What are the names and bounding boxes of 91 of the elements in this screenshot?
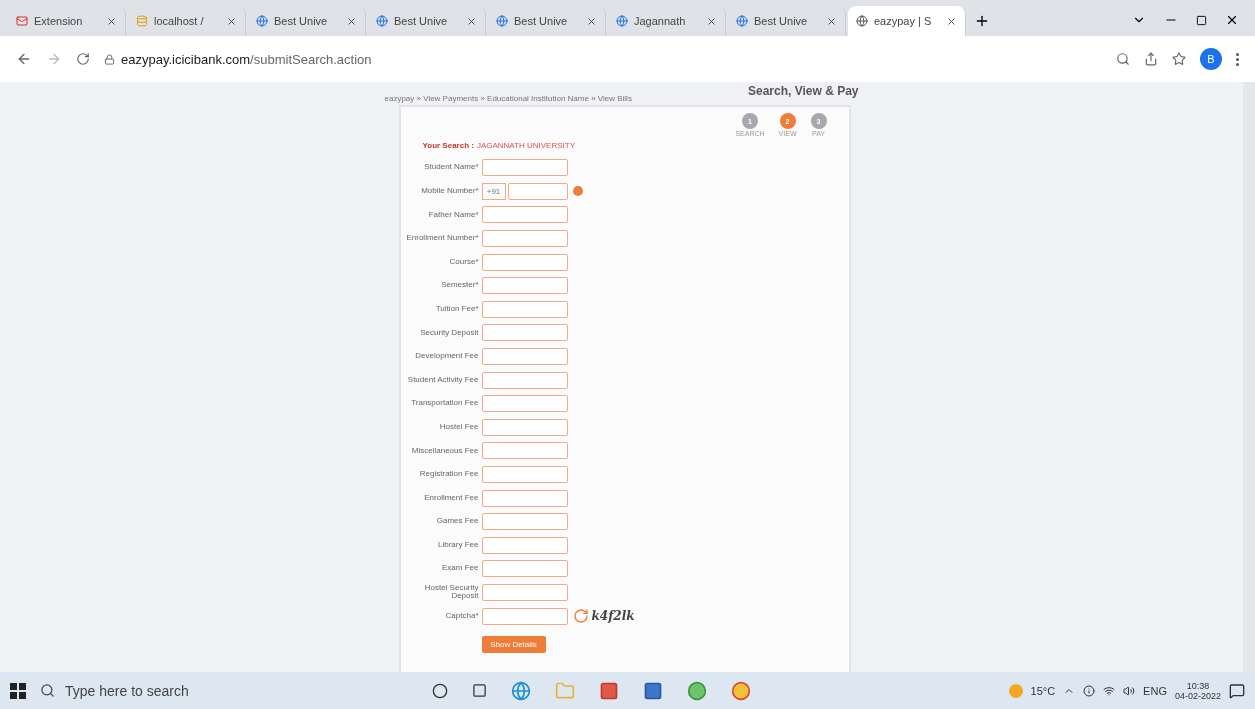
field-label: Student Name*	[423, 163, 479, 173]
tray-icon[interactable]	[1083, 684, 1096, 697]
close-icon[interactable]	[106, 15, 117, 27]
field-label: Enrollment Fee	[423, 493, 479, 503]
menu-icon[interactable]	[1236, 52, 1239, 66]
close-icon[interactable]	[946, 15, 957, 27]
lock-icon	[104, 53, 115, 65]
input-field[interactable]	[481, 206, 568, 224]
globe-icon	[496, 15, 508, 27]
app-icon[interactable]	[687, 680, 707, 701]
input-field[interactable]	[481, 371, 568, 389]
input-field[interactable]	[481, 324, 568, 342]
profile-avatar[interactable]: B	[1200, 48, 1222, 70]
network-icon[interactable]	[1103, 684, 1116, 697]
input-field[interactable]	[481, 348, 568, 366]
new-tab-icon[interactable]	[974, 13, 990, 29]
input-field[interactable]	[481, 513, 568, 531]
globe-icon	[376, 15, 388, 27]
search-value: JAGANNATH UNIVERSITY	[476, 141, 575, 150]
field-label: Captcha*	[444, 611, 479, 621]
address-field[interactable]: eazypay.icicibank.com/submitSearch.action	[104, 51, 1102, 67]
search-label: Your Search :	[422, 141, 474, 150]
field-label: Library Fee	[437, 540, 479, 550]
field-label: Hostel Security Deposit	[423, 583, 479, 602]
taskbar-search[interactable]: Type here to search	[40, 682, 370, 699]
close-icon[interactable]	[586, 15, 597, 27]
input-field[interactable]	[481, 466, 568, 483]
field-label: Mobile Number*	[420, 187, 479, 196]
input-field[interactable]	[481, 560, 568, 578]
field-label: Tuition Fee*	[434, 304, 479, 314]
input-field[interactable]	[481, 536, 568, 554]
field-label: Security Deposit	[419, 328, 479, 338]
close-icon[interactable]	[466, 15, 477, 27]
reload-icon[interactable]	[76, 52, 90, 66]
field-label: Transportation Fee	[410, 399, 479, 409]
field-label: Hostel Fee	[438, 422, 479, 432]
field-label: Games Fee	[435, 517, 479, 527]
notification-icon[interactable]	[1229, 682, 1245, 699]
back-icon[interactable]	[16, 51, 32, 67]
input-field[interactable]	[481, 584, 568, 601]
field-label: Enrollment Number*	[405, 234, 479, 243]
close-icon[interactable]	[706, 15, 717, 27]
windows-icon[interactable]	[10, 682, 26, 699]
input-field[interactable]	[481, 277, 568, 295]
maximize-icon[interactable]	[1196, 15, 1207, 26]
input-field[interactable]	[481, 607, 568, 625]
scrollbar[interactable]	[1243, 82, 1255, 672]
input-field[interactable]	[507, 182, 568, 200]
country-code: +91	[481, 182, 506, 200]
forward-icon[interactable]	[46, 51, 62, 67]
globe-icon	[256, 15, 268, 27]
field-label: Father Name*	[427, 210, 479, 220]
share-icon[interactable]	[1144, 52, 1158, 66]
browser-tab[interactable]: eazypay | S	[848, 6, 966, 36]
field-label: Course*	[448, 257, 479, 267]
temperature: 15°C	[1030, 684, 1056, 697]
field-label: Exam Fee	[441, 564, 479, 574]
weather-icon	[1008, 683, 1023, 698]
input-field[interactable]	[481, 159, 568, 177]
browser-icon[interactable]	[511, 680, 531, 701]
input-field[interactable]	[481, 230, 568, 248]
close-icon[interactable]	[226, 15, 237, 27]
volume-icon[interactable]	[1123, 684, 1136, 697]
globe-icon	[736, 15, 748, 27]
input-field[interactable]	[481, 253, 568, 271]
mail-icon	[16, 15, 28, 27]
language-indicator[interactable]: ENG	[1143, 684, 1167, 697]
zoom-icon[interactable]	[1116, 52, 1130, 66]
input-field[interactable]	[481, 395, 568, 413]
field-label: Registration Fee	[418, 470, 479, 479]
field-label: Miscellaneous Fee	[410, 446, 479, 456]
clock[interactable]: 10:38 04-02-2022	[1174, 680, 1221, 701]
input-field[interactable]	[481, 489, 568, 507]
input-field[interactable]	[481, 300, 568, 318]
refresh-icon[interactable]	[572, 608, 589, 625]
field-label: Semester*	[440, 281, 479, 291]
page-heading: Search, View & Pay	[748, 84, 859, 98]
search-icon	[40, 683, 55, 698]
input-field[interactable]	[481, 442, 568, 460]
captcha-text: k4f2lk	[591, 609, 635, 624]
close-icon[interactable]	[346, 15, 357, 27]
field-label: Development Fee	[414, 352, 479, 361]
database-icon	[136, 15, 148, 27]
close-icon[interactable]	[1225, 13, 1239, 27]
input-field[interactable]	[481, 418, 568, 436]
breadcrumb: eazypay » View Payments » Educational Institution Name » View Bills	[384, 94, 632, 103]
globe-icon	[616, 15, 628, 27]
bookmark-icon[interactable]	[1172, 52, 1186, 66]
field-label: Student Activity Fee	[406, 375, 479, 385]
globe-icon	[856, 15, 868, 27]
close-icon[interactable]	[826, 15, 837, 27]
